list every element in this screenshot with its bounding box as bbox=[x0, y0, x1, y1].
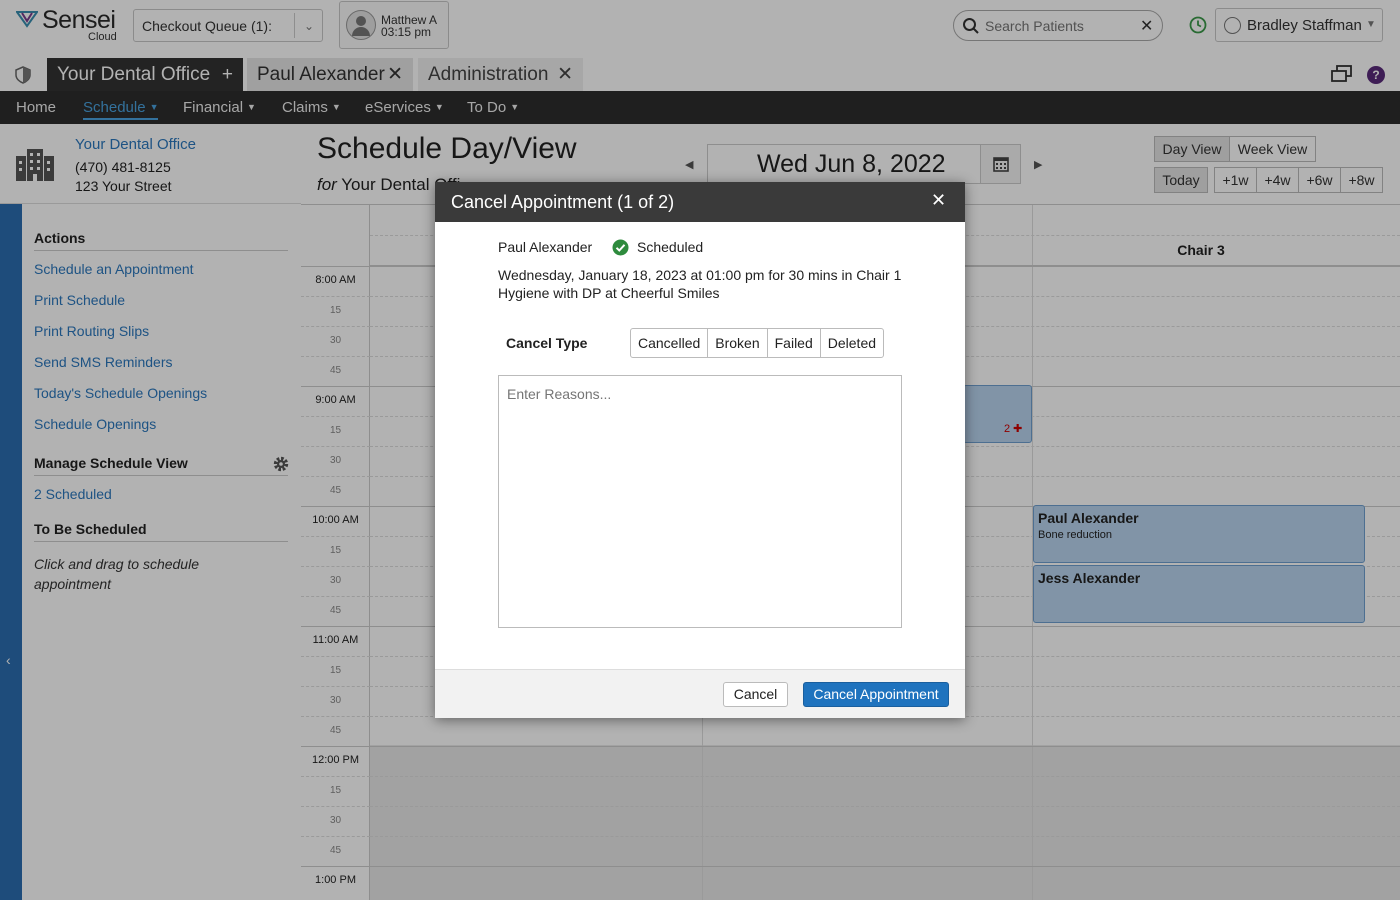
appointment-status: Scheduled bbox=[637, 239, 704, 255]
dialog-title: Cancel Appointment (1 of 2) bbox=[451, 192, 675, 212]
cancel-type-failed[interactable]: Failed bbox=[768, 329, 821, 357]
cancel-button[interactable]: Cancel bbox=[723, 682, 788, 707]
confirm-cancel-appointment-button[interactable]: Cancel Appointment bbox=[803, 682, 949, 707]
dialog-header: Cancel Appointment (1 of 2) ✕ bbox=[435, 182, 965, 222]
close-icon[interactable]: ✕ bbox=[931, 190, 946, 211]
check-circle-icon bbox=[612, 239, 629, 256]
cancel-type-cancelled[interactable]: Cancelled bbox=[631, 329, 709, 357]
app-root: Sensei Cloud Checkout Queue (1): ⌄ Matth… bbox=[0, 0, 1400, 900]
cancel-type-deleted[interactable]: Deleted bbox=[821, 329, 883, 357]
cancel-appointment-dialog: Cancel Appointment (1 of 2) ✕ Paul Alexa… bbox=[435, 182, 965, 718]
patient-name: Paul Alexander bbox=[498, 239, 593, 255]
cancel-type-segmented: Cancelled Broken Failed Deleted bbox=[630, 328, 885, 358]
cancel-type-broken[interactable]: Broken bbox=[708, 329, 768, 357]
dialog-footer: Cancel Cancel Appointment bbox=[435, 669, 965, 718]
cancel-type-label: Cancel Type bbox=[506, 335, 588, 351]
reasons-textarea[interactable] bbox=[498, 375, 902, 628]
appointment-description: Wednesday, January 18, 2023 at 01:00 pm … bbox=[498, 267, 902, 301]
